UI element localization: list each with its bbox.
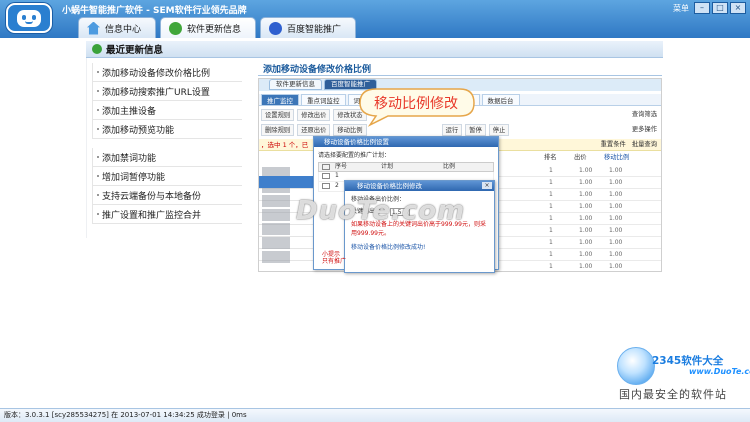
- tab-baidu-promotion[interactable]: 百度智能推广: [260, 17, 357, 38]
- list-item[interactable]: 添加移动搜索推广URL设置: [92, 82, 242, 101]
- dialog-title-text: 移动设备价格比例修改: [357, 182, 422, 190]
- table-row: 1 1.00 1.00: [549, 239, 623, 246]
- close-icon: ×: [482, 182, 492, 189]
- home-icon: [87, 21, 100, 35]
- tab-label: 软件更新信息: [187, 24, 242, 35]
- brand-site: www.DuoTe.com: [689, 367, 750, 376]
- window-controls: 菜单 – □ ×: [670, 2, 746, 14]
- watermark-text: DuoTe.com: [296, 196, 466, 226]
- screenshot-more-ops: 更多操作: [631, 126, 657, 133]
- callout-text: 移动比例修改: [374, 96, 458, 112]
- screenshot-button: 修改出价: [297, 109, 331, 121]
- minimize-button[interactable]: –: [694, 2, 710, 14]
- screenshot-query-buttons: 重置条件 批量查询: [601, 139, 657, 151]
- table-row: 1 1.00 1.00: [549, 179, 623, 186]
- column-header: 比例: [443, 163, 456, 170]
- tab-software-update[interactable]: 软件更新信息: [160, 17, 257, 38]
- brand-name: 2345软件大全: [652, 355, 724, 367]
- screenshot-tip: 小提示 只有推广: [322, 251, 346, 265]
- tip-line: 小提示: [322, 251, 341, 258]
- tab-label: 信息中心: [105, 24, 142, 35]
- divider: [86, 58, 87, 238]
- status-bar: 版本：3.0.3.1 [scy285534275] 在 2013-07-01 1…: [0, 408, 750, 422]
- screenshot-grid-values: 1 1.00 1.00 1 1.00 1.00 1 1.00 1.00 1 1.00 1.00 …: [549, 165, 661, 271]
- grid-header-cell: 移动比例: [604, 154, 630, 161]
- app-title: 小蜗牛智能推广软件 - SEM软件行业领先品牌: [62, 6, 247, 16]
- callout-bubble: 移动比例修改: [356, 85, 478, 127]
- screenshot-button: 停止: [488, 124, 510, 136]
- app-logo-icon: [6, 3, 52, 33]
- table-row: 1 1.00 1.00: [549, 167, 623, 174]
- tab-info-center[interactable]: 信息中心: [78, 17, 157, 38]
- screenshot-dialog-ratio-edit: 移动设备价格比例修改 × 移动设备出价比例： 关键词出价 × 1.5 如果移动设…: [344, 180, 495, 273]
- screenshot-button: 批量查询: [631, 141, 657, 148]
- checkbox-icon: [322, 173, 330, 179]
- list-item[interactable]: 推广设置和推广监控合并: [92, 205, 242, 224]
- screenshot-nav-item: 推广监控: [261, 94, 299, 106]
- brand-slogan: 国内最安全的软件站: [619, 388, 727, 401]
- baidu-icon: [269, 21, 283, 35]
- feature-list: 添加移动设备修改价格比例 添加移动搜索推广URL设置 添加主推设备 添加移动预览…: [92, 63, 242, 224]
- screenshot-nav-item: 重点词监控: [301, 94, 346, 106]
- divider: [258, 75, 662, 76]
- table-row: 1 1.00 1.00: [549, 251, 623, 258]
- screenshot-button: 还原出价: [297, 124, 331, 136]
- dialog-title: 移动设备价格比例设置: [314, 137, 498, 147]
- refresh-icon: [92, 44, 102, 54]
- row-index: 1: [335, 172, 339, 179]
- list-item[interactable]: 添加移动设备修改价格比例: [92, 63, 242, 82]
- list-item[interactable]: 添加主推设备: [92, 101, 242, 120]
- section-header: 最近更新信息: [86, 41, 663, 58]
- table-row: 1 1.00 1.00: [549, 227, 623, 234]
- table-row: 1 1.00 1.00: [549, 191, 623, 198]
- column-header: 计划: [381, 163, 394, 170]
- refresh-icon: [169, 21, 183, 35]
- section-title: 最近更新信息: [106, 45, 164, 56]
- column-header: 序号: [335, 163, 348, 170]
- grid-header-cell: 排名: [544, 154, 557, 161]
- screenshot-button: 重置条件: [600, 141, 626, 148]
- list-item[interactable]: 支持云端备份与本地备份: [92, 186, 242, 205]
- preview-title: 添加移动设备修改价格比例: [263, 65, 372, 75]
- row-index: 2: [335, 182, 339, 189]
- checkbox-icon: [322, 164, 330, 170]
- screenshot-button: 删除规则: [261, 124, 295, 136]
- tab-label: 百度智能推广: [287, 24, 342, 35]
- screenshot-selected-row: [259, 176, 313, 188]
- list-item[interactable]: 添加禁词功能: [92, 148, 242, 167]
- dialog-table-header: 序号 计划 比例: [318, 162, 494, 172]
- menu-button[interactable]: 菜单: [670, 3, 692, 14]
- dialog-title: 移动设备价格比例修改 ×: [345, 181, 494, 191]
- list-item[interactable]: 添加移动预览功能: [92, 120, 242, 139]
- dialog-subtitle: 请选择要配置的推广计划：: [318, 152, 391, 159]
- table-row: 1 1.00 1.00: [549, 215, 623, 222]
- table-row: 1 1.00 1.00: [549, 203, 623, 210]
- screenshot-nav-item: 数据后台: [481, 94, 520, 106]
- dialog-success: 移动设备价格比例修改成功!: [351, 243, 426, 251]
- maximize-button[interactable]: □: [712, 2, 728, 14]
- main-tabs: 信息中心 软件更新信息 百度智能推广: [78, 17, 357, 38]
- grid-header-cell: 出价: [574, 154, 587, 161]
- list-item[interactable]: 增加词暂停功能: [92, 167, 242, 186]
- screenshot-tab: 软件更新信息: [269, 79, 322, 90]
- close-button[interactable]: ×: [730, 2, 746, 14]
- screenshot-grid-header: 排名 出价 移动比例: [544, 152, 661, 164]
- table-row: 1 1.00 1.00: [549, 263, 623, 270]
- title-bar: 小蜗牛智能推广软件 - SEM软件行业领先品牌 菜单 – □ × 信息中心 软件…: [0, 0, 750, 38]
- brand-watermark: 2345软件大全 www.DuoTe.com 国内最安全的软件站: [605, 345, 750, 405]
- checkbox-icon: [322, 183, 330, 189]
- mascot-icon: [617, 347, 655, 385]
- tip-line: 只有推广: [322, 258, 347, 265]
- screenshot-query-filter: 查询筛选: [631, 111, 657, 118]
- screenshot-button: 设置规则: [261, 109, 295, 121]
